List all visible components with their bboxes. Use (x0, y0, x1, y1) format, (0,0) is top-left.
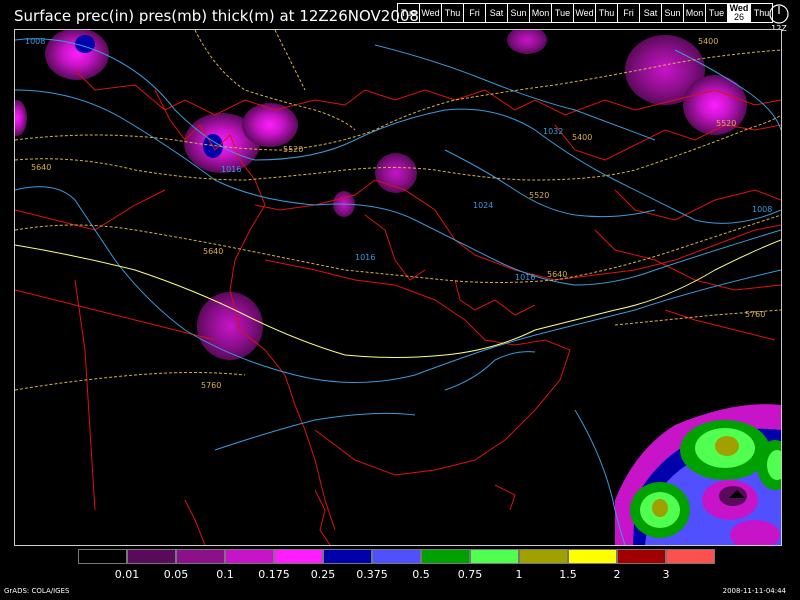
day-cell: Wed 26 (727, 3, 751, 23)
precip-legend-labels: 0.01 0.05 0.1 0.175 0.25 0.375 0.5 0.75 1 1.5 2 3 (78, 568, 728, 582)
legend-label: 0.5 (412, 568, 430, 581)
day-label: Tue (554, 8, 571, 18)
legend-swatch (274, 549, 323, 564)
thickness-label: 5400 (572, 133, 592, 142)
day-label: Thu (598, 8, 615, 18)
pressure-label: 1016 (221, 165, 241, 174)
day-cell: Wed (419, 3, 442, 23)
day-label: Sat (489, 8, 504, 18)
day-cell: Sun (661, 3, 684, 23)
thickness-label: 5760 (745, 310, 765, 319)
legend-label: 1 (515, 568, 523, 581)
day-label: Sun (510, 8, 527, 18)
day-cell: Sat (639, 3, 662, 23)
footer-timestamp: 2008-11-11-04:44 (722, 587, 786, 595)
legend-swatch (421, 549, 470, 564)
legend-swatch (372, 549, 421, 564)
thickness-label: 5760 (201, 381, 221, 390)
legend-swatch (666, 549, 715, 564)
day-label: Sun (664, 8, 681, 18)
legend-label: 3 (662, 568, 670, 581)
legend-swatch (568, 549, 617, 564)
thickness-label: 5520 (529, 191, 549, 200)
day-cell: Fri (463, 3, 486, 23)
legend-label: 2 (613, 568, 621, 581)
legend-swatch (127, 549, 176, 564)
thickness-label: 5640 (547, 270, 567, 279)
pressure-label: 1024 (473, 201, 493, 210)
pressure-label: 1008 (752, 205, 772, 214)
pressure-label: 1032 (543, 127, 563, 136)
day-label: Thu (444, 8, 461, 18)
day-label: Sat (643, 8, 658, 18)
legend-swatch (519, 549, 568, 564)
day-cell: Tue (705, 3, 728, 23)
day-label: Wed (575, 8, 594, 18)
day-cell: Wed (573, 3, 596, 23)
map-title: Surface prec(in) pres(mb) thick(m) at 12… (14, 7, 419, 25)
thickness-label: 5400 (698, 37, 718, 46)
weather-map: 1008 1016 1032 1024 1016 1016 1008 5400 … (14, 29, 782, 546)
day-label: Mon (531, 8, 550, 18)
day-cell: Thu (595, 3, 618, 23)
day-label: Tue (708, 8, 725, 18)
legend-label: 0.75 (457, 568, 483, 581)
legend-swatch (470, 549, 519, 564)
day-cell: Tue (551, 3, 574, 23)
legend-label: 1.5 (559, 568, 577, 581)
legend-label: 0.25 (310, 568, 336, 581)
legend-swatch (176, 549, 225, 564)
day-cell: Mon (529, 3, 552, 23)
thickness-label: 5640 (203, 247, 223, 256)
legend-label: 0.05 (163, 568, 189, 581)
thickness-5700 (15, 239, 781, 358)
legend-label: 0.375 (356, 568, 388, 581)
legend-swatch (225, 549, 274, 564)
day-cell: Sun (507, 3, 530, 23)
legend-swatch (617, 549, 666, 564)
legend-label: 0.1 (216, 568, 234, 581)
day-label: Wed (421, 8, 440, 18)
legend-swatch (78, 549, 127, 564)
pressure-label: 1016 (515, 273, 535, 282)
legend-label: 0.175 (258, 568, 290, 581)
day-cell: Tue (397, 3, 420, 23)
day-cell: Thu (441, 3, 464, 23)
legend-label: 0.01 (114, 568, 140, 581)
precip-legend (78, 549, 715, 564)
pressure-label: 1016 (355, 253, 375, 262)
thickness-label: 5520 (716, 119, 736, 128)
thickness-label: 5640 (31, 163, 51, 172)
thickness-label: 5520 (283, 145, 303, 154)
day-cell: Sat (485, 3, 508, 23)
day-number: 26 (733, 12, 744, 22)
precip-areas (15, 30, 781, 545)
day-label: Fri (469, 8, 480, 18)
day-strip: Tue Wed Thu Fri Sat Sun Mon Tue Wed Thu Fri Sat Sun M… (397, 3, 773, 23)
day-label: Tue (400, 8, 417, 18)
day-cell: Mon (683, 3, 706, 23)
legend-swatch (323, 549, 372, 564)
day-label: Fri (623, 8, 634, 18)
pressure-label: 1008 (25, 37, 45, 46)
day-label: Mon (685, 8, 704, 18)
footer-credit: GrADS: COLA/IGES (4, 587, 70, 595)
day-cell: Fri (617, 3, 640, 23)
